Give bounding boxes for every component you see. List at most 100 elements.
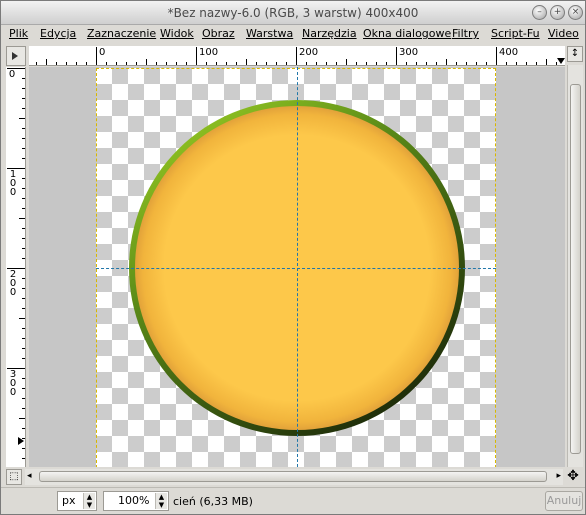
ruler-tick bbox=[206, 62, 207, 65]
ruler-tick bbox=[96, 47, 97, 65]
ruler-tick bbox=[366, 62, 367, 65]
horizontal-ruler[interactable]: 0 100 200 300 400 bbox=[29, 46, 565, 66]
image-menu-button[interactable] bbox=[6, 46, 26, 66]
ruler-tick bbox=[396, 47, 397, 65]
menu-select[interactable]: Zaznaczenie bbox=[87, 27, 156, 40]
ruler-tick bbox=[506, 62, 507, 65]
scroll-left-icon[interactable]: ◂ bbox=[27, 471, 32, 481]
ruler-tick bbox=[406, 62, 407, 65]
ruler-tick bbox=[106, 62, 107, 65]
ruler-tick bbox=[496, 47, 497, 65]
ruler-tick bbox=[22, 88, 25, 89]
vertical-guide[interactable] bbox=[297, 67, 298, 467]
menu-view[interactable]: Widok bbox=[160, 27, 194, 40]
ruler-tick bbox=[176, 62, 177, 65]
ruler-tick bbox=[216, 62, 217, 65]
ruler-tick bbox=[126, 62, 127, 65]
ruler-tick bbox=[22, 228, 25, 229]
menu-image[interactable]: Obraz bbox=[202, 27, 235, 40]
maximize-button[interactable]: + bbox=[550, 5, 565, 20]
ruler-tick bbox=[22, 308, 25, 309]
menu-video[interactable]: Video bbox=[548, 27, 579, 40]
zoom-selector[interactable]: 100% ▲ ▼ bbox=[103, 491, 169, 511]
ruler-tick bbox=[22, 338, 25, 339]
scroll-right-icon[interactable]: ▸ bbox=[556, 471, 561, 481]
vertical-ruler[interactable]: 0 100 200 300 bbox=[6, 67, 26, 467]
close-button[interactable]: × bbox=[568, 5, 583, 20]
ruler-tick bbox=[22, 178, 25, 179]
zoom-toggle-button[interactable]: ↕ bbox=[567, 46, 583, 62]
ruler-tick bbox=[76, 62, 77, 65]
ruler-tick bbox=[22, 278, 25, 279]
horizontal-guide[interactable] bbox=[96, 268, 496, 269]
ruler-tick bbox=[256, 62, 257, 65]
vruler-label-200: 200 bbox=[9, 269, 17, 298]
menu-tools[interactable]: Narzędzia bbox=[302, 27, 357, 40]
ruler-tick bbox=[22, 348, 25, 349]
ruler-tick bbox=[22, 458, 25, 459]
ruler-tick bbox=[426, 62, 427, 65]
ruler-tick bbox=[316, 62, 317, 65]
unit-value: px bbox=[62, 494, 76, 507]
ruler-tick bbox=[22, 198, 25, 199]
ruler-tick bbox=[19, 218, 25, 219]
minimize-button[interactable]: – bbox=[532, 5, 547, 20]
menu-script-fu[interactable]: Script-Fu bbox=[491, 27, 540, 40]
pointer-marker-icon bbox=[557, 58, 565, 64]
horizontal-scrollbar-thumb[interactable] bbox=[39, 471, 547, 482]
chevron-updown-icon[interactable]: ▲ ▼ bbox=[83, 493, 95, 509]
menu-filters[interactable]: Filtry bbox=[452, 27, 479, 40]
ruler-tick bbox=[116, 62, 117, 65]
ruler-tick bbox=[166, 62, 167, 65]
zoom-icon: ↕ bbox=[570, 48, 580, 59]
ruler-tick bbox=[346, 59, 347, 65]
quick-mask-button[interactable]: ⬚ bbox=[6, 469, 22, 485]
ruler-tick bbox=[22, 378, 25, 379]
title-bar[interactable]: *Bez nazwy-6.0 (RGB, 3 warstw) 400x400 –… bbox=[1, 1, 585, 25]
ruler-tick bbox=[22, 148, 25, 149]
ruler-tick bbox=[22, 238, 25, 239]
triangle-right-icon bbox=[12, 52, 18, 60]
ruler-tick bbox=[286, 62, 287, 65]
ruler-tick bbox=[376, 62, 377, 65]
window-title: *Bez nazwy-6.0 (RGB, 3 warstw) 400x400 bbox=[167, 6, 419, 20]
ruler-tick bbox=[236, 62, 237, 65]
horizontal-scrollbar[interactable]: ◂ ▸ bbox=[25, 469, 563, 485]
vertical-scrollbar-thumb[interactable] bbox=[570, 84, 581, 454]
ruler-tick bbox=[186, 62, 187, 65]
menu-dialogs[interactable]: Okna dialogowe bbox=[363, 27, 451, 40]
ruler-tick bbox=[526, 62, 527, 65]
ruler-tick bbox=[66, 62, 67, 65]
menu-layer[interactable]: Warstwa bbox=[246, 27, 293, 40]
ruler-tick bbox=[226, 62, 227, 65]
navigate-button[interactable]: ✥ bbox=[565, 469, 581, 485]
ruler-tick bbox=[22, 248, 25, 249]
gimp-image-window: *Bez nazwy-6.0 (RGB, 3 warstw) 400x400 –… bbox=[0, 0, 586, 515]
menu-file[interactable]: Plik bbox=[9, 27, 28, 40]
ruler-tick bbox=[266, 62, 267, 65]
ruler-tick bbox=[326, 62, 327, 65]
ruler-tick bbox=[306, 62, 307, 65]
ruler-tick bbox=[456, 62, 457, 65]
ruler-tick bbox=[22, 298, 25, 299]
ruler-tick bbox=[136, 62, 137, 65]
menu-edit[interactable]: Edycja bbox=[40, 27, 76, 40]
chevron-updown-icon[interactable]: ▲ ▼ bbox=[155, 493, 167, 509]
ruler-tick bbox=[276, 62, 277, 65]
hruler-label-0: 0 bbox=[99, 47, 106, 58]
ruler-tick bbox=[536, 62, 537, 65]
vruler-label-0: 0 bbox=[8, 69, 16, 80]
image-canvas[interactable] bbox=[29, 67, 565, 467]
minimize-icon: – bbox=[537, 7, 542, 17]
ruler-tick bbox=[22, 258, 25, 259]
menu-bar: Plik Edycja Zaznaczenie Widok Obraz Wars… bbox=[1, 25, 585, 43]
ruler-tick bbox=[22, 388, 25, 389]
ruler-tick bbox=[146, 59, 147, 65]
ruler-tick bbox=[436, 62, 437, 65]
unit-selector[interactable]: px ▲ ▼ bbox=[57, 491, 97, 511]
ruler-tick bbox=[476, 62, 477, 65]
vruler-label-300: 300 bbox=[9, 369, 17, 398]
vertical-scrollbar[interactable] bbox=[567, 65, 583, 467]
cancel-button[interactable]: Anuluj bbox=[545, 491, 583, 511]
move-cross-icon: ✥ bbox=[567, 468, 579, 484]
